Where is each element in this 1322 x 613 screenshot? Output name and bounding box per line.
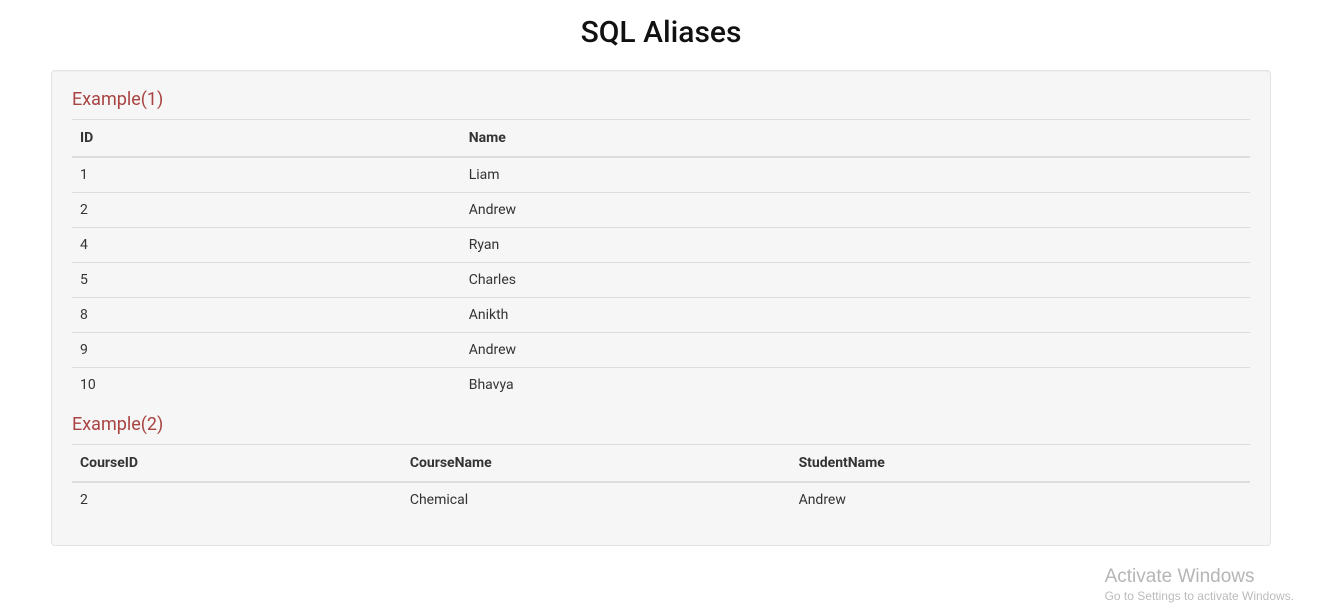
table-row: 9 Andrew — [72, 333, 1250, 368]
cell-id: 10 — [72, 368, 461, 403]
example2-table: CourseID CourseName StudentName 2 Chemic… — [72, 445, 1250, 517]
cell-id: 5 — [72, 263, 461, 298]
cell-courseid: 2 — [72, 482, 402, 517]
table-row: 2 Andrew — [72, 193, 1250, 228]
cell-name: Ryan — [461, 228, 1250, 263]
table-row: 10 Bhavya — [72, 368, 1250, 403]
content-panel: Example(1) ID Name 1 Liam 2 Andrew 4 Rya… — [51, 70, 1271, 546]
cell-name: Anikth — [461, 298, 1250, 333]
cell-studentname: Andrew — [791, 482, 1250, 517]
table-row: 2 Chemical Andrew — [72, 482, 1250, 517]
cell-coursename: Chemical — [402, 482, 791, 517]
example1-table: ID Name 1 Liam 2 Andrew 4 Ryan 5 Charles — [72, 120, 1250, 402]
table-row: 4 Ryan — [72, 228, 1250, 263]
example1-heading: Example(1) — [72, 89, 1250, 120]
example2-header-coursename: CourseName — [402, 445, 791, 482]
table-row: 5 Charles — [72, 263, 1250, 298]
cell-id: 4 — [72, 228, 461, 263]
cell-name: Andrew — [461, 193, 1250, 228]
example1-header-name: Name — [461, 120, 1250, 157]
cell-id: 8 — [72, 298, 461, 333]
watermark-title: Activate Windows — [1105, 566, 1294, 588]
table-row: 1 Liam — [72, 157, 1250, 193]
windows-activation-watermark: Activate Windows Go to Settings to activ… — [1105, 566, 1294, 603]
example1-header-id: ID — [72, 120, 461, 157]
cell-name: Bhavya — [461, 368, 1250, 403]
table-row: 8 Anikth — [72, 298, 1250, 333]
cell-name: Liam — [461, 157, 1250, 193]
watermark-subtitle: Go to Settings to activate Windows. — [1105, 589, 1294, 603]
cell-name: Andrew — [461, 333, 1250, 368]
example2-heading: Example(2) — [72, 414, 1250, 445]
cell-id: 9 — [72, 333, 461, 368]
cell-id: 2 — [72, 193, 461, 228]
cell-id: 1 — [72, 157, 461, 193]
example2-header-courseid: CourseID — [72, 445, 402, 482]
cell-name: Charles — [461, 263, 1250, 298]
example2-header-studentname: StudentName — [791, 445, 1250, 482]
page-title: SQL Aliases — [0, 15, 1322, 50]
